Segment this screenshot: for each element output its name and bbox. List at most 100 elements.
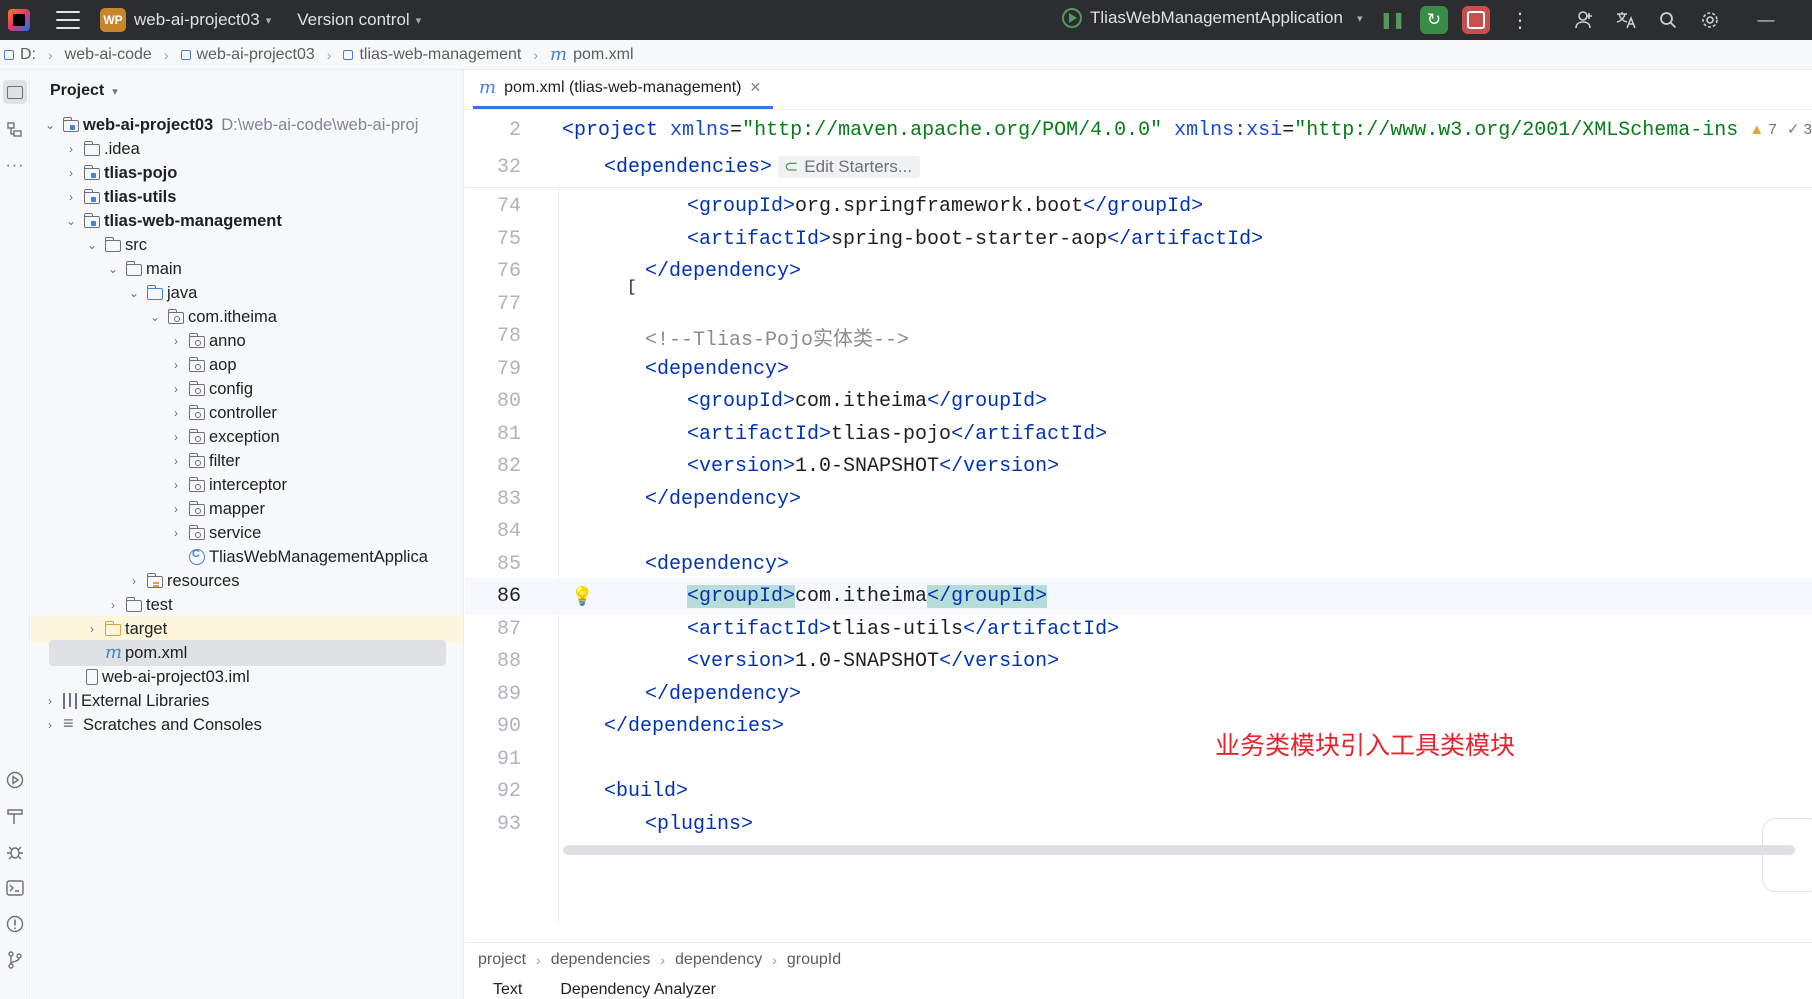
version-control-menu[interactable]: Version control — [297, 10, 409, 30]
chevron-down-icon[interactable]: ⌄ — [85, 238, 99, 252]
tree-node-target[interactable]: › target — [31, 616, 463, 642]
run-config-selector[interactable]: TliasWebManagementApplication ▾ — [1062, 8, 1362, 28]
close-icon[interactable]: ✕ — [749, 79, 761, 96]
git-branch-icon[interactable] — [3, 948, 27, 972]
tree-node-service[interactable]: › service — [31, 520, 463, 546]
breadcrumb-item[interactable]: tlias-web-management — [343, 46, 521, 64]
code-text: <project xmlns="http://maven.apache.org/… — [562, 119, 1739, 142]
run-icon[interactable] — [3, 768, 27, 792]
chevron-right-icon[interactable]: › — [169, 526, 183, 540]
code-text: <artifactId>tlias-utils</artifactId> — [687, 618, 1120, 641]
chevron-right-icon[interactable]: › — [64, 166, 78, 180]
tree-node-idea[interactable]: › .idea — [31, 136, 463, 162]
project-view-selector[interactable]: Project ▾ — [31, 70, 463, 112]
tree-node-java[interactable]: ⌄ java — [31, 280, 463, 306]
breadcrumb-item[interactable]: web-ai-code — [65, 46, 152, 64]
code-line: 90 </dependencies> — [465, 708, 1812, 745]
tree-node-tlias-pojo[interactable]: › tlias-pojo — [31, 160, 463, 186]
chevron-right-icon[interactable]: › — [169, 502, 183, 516]
pause-icon[interactable]: ❚❚ — [1378, 6, 1406, 34]
project-switcher[interactable]: web-ai-project03 — [134, 10, 260, 30]
code-editor[interactable]: 2 <project xmlns="http://maven.apache.or… — [465, 112, 1812, 922]
tree-node-tlias-utils[interactable]: › tlias-utils — [31, 184, 463, 210]
tree-node-com-itheima[interactable]: ⌄ com.itheima — [31, 304, 463, 330]
tree-node-pom-xml[interactable]: m pom.xml — [49, 640, 446, 666]
breadcrumb-item[interactable]: web-ai-project03 — [180, 46, 315, 64]
tree-node-exception[interactable]: › exception — [31, 424, 463, 450]
tree-node-resources[interactable]: › resources — [31, 568, 463, 594]
tab-text[interactable]: Text — [493, 981, 522, 999]
main-menu-icon[interactable] — [56, 11, 80, 29]
tree-node-root-module[interactable]: ⌄ web-ai-project03 D:\web-ai-code\web-ai… — [31, 112, 463, 138]
lightbulb-icon[interactable]: 💡 — [571, 586, 593, 608]
chevron-right-icon[interactable]: › — [64, 190, 78, 204]
code-text: </dependencies> — [604, 715, 785, 738]
package-icon — [189, 357, 205, 372]
chevron-down-icon[interactable]: ⌄ — [148, 310, 162, 324]
minimize-icon[interactable]: — — [1752, 6, 1780, 34]
chevron-down-icon[interactable]: ⌄ — [64, 214, 78, 228]
navigation-breadcrumb: D: › web-ai-code › web-ai-project03 › tl… — [0, 40, 1812, 70]
chevron-right-icon[interactable]: › — [169, 430, 183, 444]
chevron-right-icon[interactable]: › — [43, 694, 57, 708]
tree-node-config[interactable]: › config — [31, 376, 463, 402]
tree-node-interceptor[interactable]: › interceptor — [31, 472, 463, 498]
tab-dependency-analyzer[interactable]: Dependency Analyzer — [560, 981, 716, 999]
tree-node-aop[interactable]: › aop — [31, 352, 463, 378]
chevron-right-icon[interactable]: › — [169, 406, 183, 420]
translate-icon[interactable] — [1612, 6, 1640, 34]
breadcrumb-drive[interactable]: D: — [4, 46, 36, 64]
structure-crumb[interactable]: groupId — [787, 951, 841, 969]
tree-node-iml-file[interactable]: web-ai-project03.iml — [31, 664, 463, 690]
chevron-right-icon[interactable]: › — [106, 598, 120, 612]
tree-node-scratches[interactable]: › Scratches and Consoles — [31, 712, 463, 738]
tab-pom-xml[interactable]: m pom.xml (tlias-web-management) ✕ — [473, 69, 774, 109]
project-badge[interactable]: WP — [100, 8, 126, 32]
rerun-icon[interactable]: ↻ — [1420, 6, 1448, 34]
debug-bug-icon[interactable] — [3, 840, 27, 864]
tree-node-main[interactable]: ⌄ main — [31, 256, 463, 282]
gear-icon[interactable] — [1696, 6, 1724, 34]
tree-node-filter[interactable]: › filter — [31, 448, 463, 474]
tree-node-anno[interactable]: › anno — [31, 328, 463, 354]
code-token: tlias-utils — [831, 618, 964, 641]
chevron-right-icon[interactable]: › — [169, 478, 183, 492]
chevron-right-icon[interactable]: › — [64, 142, 78, 156]
chevron-right-icon[interactable]: › — [169, 334, 183, 348]
chevron-right-icon[interactable]: › — [43, 718, 57, 732]
tree-node-mapper[interactable]: › mapper — [31, 496, 463, 522]
chevron-right-icon[interactable]: › — [169, 358, 183, 372]
tree-node-controller[interactable]: › controller — [31, 400, 463, 426]
code-text: <version>1.0-SNAPSHOT</version> — [687, 455, 1060, 478]
structure-icon[interactable] — [3, 118, 27, 142]
code-with-me-icon[interactable] — [1570, 6, 1598, 34]
structure-crumb[interactable]: dependency — [675, 951, 762, 969]
project-tool-folder-icon[interactable] — [3, 80, 27, 104]
search-icon[interactable] — [1654, 6, 1682, 34]
tree-node-tlias-web-management[interactable]: ⌄ tlias-web-management — [31, 208, 463, 234]
horizontal-scrollbar[interactable] — [563, 845, 1795, 855]
more-actions-icon[interactable]: ⋮ — [1506, 6, 1534, 34]
problems-icon[interactable] — [3, 912, 27, 936]
chevron-down-icon[interactable]: ⌄ — [106, 262, 120, 276]
chevron-right-icon[interactable]: › — [127, 574, 141, 588]
edit-starters-button[interactable]: Edit Starters... — [778, 156, 920, 178]
more-tool-windows-icon[interactable]: ··· — [3, 154, 27, 178]
chevron-right-icon[interactable]: › — [169, 454, 183, 468]
inspection-widget[interactable]: ▲ 7 ✓ 3 — [1743, 120, 1812, 138]
structure-crumb[interactable]: dependencies — [551, 951, 651, 969]
tree-node-application-class[interactable]: TliasWebManagementApplica — [31, 544, 463, 570]
structure-crumb[interactable]: project — [478, 951, 526, 969]
chevron-down-icon[interactable]: ⌄ — [43, 118, 57, 132]
chevron-right-icon[interactable]: › — [169, 382, 183, 396]
terminal-icon[interactable] — [3, 876, 27, 900]
breadcrumb-item[interactable]: m pom.xml — [550, 44, 634, 65]
stop-icon[interactable] — [1462, 6, 1490, 34]
chevron-right-icon[interactable]: › — [85, 622, 99, 636]
tree-node-external-libraries[interactable]: › External Libraries — [31, 688, 463, 714]
build-hammer-icon[interactable] — [3, 804, 27, 828]
tree-node-test[interactable]: › test — [31, 592, 463, 618]
tree-node-src[interactable]: ⌄ src — [31, 232, 463, 258]
chevron-down-icon[interactable]: ⌄ — [127, 286, 141, 300]
floating-preview-widget[interactable] — [1762, 818, 1812, 892]
